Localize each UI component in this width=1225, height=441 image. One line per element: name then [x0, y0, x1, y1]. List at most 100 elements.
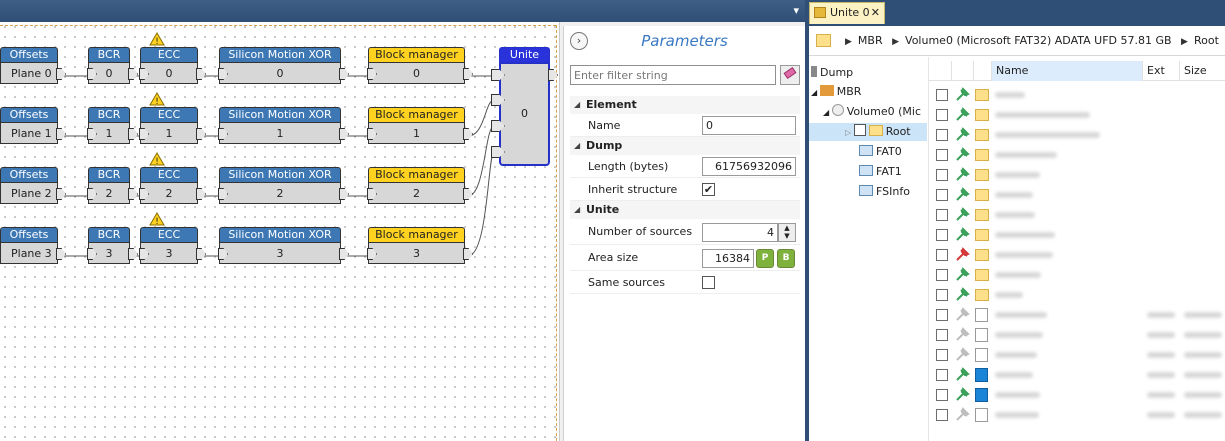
close-tab-icon[interactable]: ✕: [871, 3, 880, 23]
chevron-right-icon[interactable]: ▶: [845, 37, 852, 47]
filter-input[interactable]: [570, 65, 776, 85]
silicon-motion-xor-node-0[interactable]: Silicon Motion XOR 0: [218, 47, 349, 84]
tree-item-volume0[interactable]: ◢ Volume0 (Mic: [823, 103, 921, 121]
unite-node[interactable]: Unite 0: [491, 47, 558, 166]
breadcrumb-item[interactable]: Root: [1194, 34, 1219, 47]
bcr-node-1[interactable]: BCR 1: [87, 107, 138, 144]
file-row[interactable]: [929, 265, 1225, 285]
file-row[interactable]: [929, 185, 1225, 205]
file-row[interactable]: [929, 305, 1225, 325]
row-checkbox[interactable]: [936, 269, 948, 281]
ecc-node-3[interactable]: ECC 3: [139, 227, 206, 264]
file-row[interactable]: [929, 85, 1225, 105]
row-checkbox[interactable]: [936, 329, 948, 341]
row-checkbox[interactable]: [936, 389, 948, 401]
file-row[interactable]: [929, 365, 1225, 385]
file-row[interactable]: [929, 145, 1225, 165]
tree-item-root[interactable]: ▷ Root: [809, 123, 927, 141]
chevron-right-icon[interactable]: ▶: [1181, 37, 1188, 47]
silicon-motion-xor-node-3[interactable]: Silicon Motion XOR 3: [218, 227, 349, 264]
offsets-node-3[interactable]: Offsets Plane 3: [0, 227, 66, 264]
file-row[interactable]: [929, 205, 1225, 225]
row-checkbox[interactable]: [936, 129, 948, 141]
area-size-detect-button[interactable]: B: [777, 249, 795, 268]
file-row[interactable]: [929, 125, 1225, 145]
bcr-node-2[interactable]: BCR 2: [87, 167, 138, 204]
category-unite[interactable]: ◢ Unite: [570, 201, 800, 219]
offsets-node-2[interactable]: Offsets Plane 2: [0, 167, 66, 204]
file-row[interactable]: [929, 345, 1225, 365]
block-manager-node-2[interactable]: Block manager 2: [367, 167, 473, 204]
number-of-sources-field[interactable]: 4: [702, 223, 778, 242]
column-icon[interactable]: [973, 61, 991, 81]
same-sources-checkbox[interactable]: [702, 276, 715, 289]
checkbox-icon[interactable]: [853, 124, 866, 136]
area-size-preset-button[interactable]: P: [756, 249, 774, 268]
tree-item-mbr[interactable]: ◢ MBR: [811, 83, 861, 101]
collapse-panel-button[interactable]: ›: [570, 32, 588, 50]
row-checkbox[interactable]: [936, 189, 948, 201]
ecc-node-2[interactable]: ECC 2: [139, 167, 206, 204]
tree-item-fsinfo[interactable]: FSInfo: [859, 183, 910, 201]
silicon-motion-xor-node-1[interactable]: Silicon Motion XOR 1: [218, 107, 349, 144]
number-of-sources-stepper[interactable]: ▲ ▼: [778, 223, 796, 242]
block-manager-node-1[interactable]: Block manager 1: [367, 107, 473, 144]
row-checkbox[interactable]: [936, 109, 948, 121]
column-name[interactable]: Name: [991, 61, 1142, 81]
tree-item-dump[interactable]: Dump: [811, 64, 853, 82]
tree-item-fat0[interactable]: FAT0: [859, 143, 902, 161]
row-checkbox[interactable]: [936, 309, 948, 321]
row-checkbox[interactable]: [936, 149, 948, 161]
column-checkbox[interactable]: [929, 61, 951, 81]
category-element[interactable]: ◢ Element: [570, 96, 800, 114]
row-checkbox[interactable]: [936, 209, 948, 221]
category-dump[interactable]: ◢ Dump: [570, 137, 800, 155]
row-checkbox[interactable]: [936, 249, 948, 261]
file-row[interactable]: [929, 285, 1225, 305]
block-manager-node-3[interactable]: Block manager 3: [367, 227, 473, 264]
ecc-node-1[interactable]: ECC 1: [139, 107, 206, 144]
file-row[interactable]: [929, 325, 1225, 345]
node-value: 1: [219, 122, 341, 144]
chevron-right-icon[interactable]: ▶: [892, 37, 899, 47]
blurred-filename: [995, 192, 1033, 198]
row-checkbox[interactable]: [936, 229, 948, 241]
offsets-node-1[interactable]: Offsets Plane 1: [0, 107, 66, 144]
row-checkbox[interactable]: [936, 409, 948, 421]
column-state[interactable]: [951, 61, 973, 81]
name-field[interactable]: 0: [702, 116, 796, 135]
tab-unite-0[interactable]: Unite 0 ✕: [809, 2, 885, 24]
row-checkbox[interactable]: [936, 289, 948, 301]
silicon-motion-xor-node-2[interactable]: Silicon Motion XOR 2: [218, 167, 349, 204]
bcr-node-3[interactable]: BCR 3: [87, 227, 138, 264]
length-field[interactable]: 61756932096: [702, 157, 796, 176]
dropdown-icon[interactable]: ▾: [793, 4, 799, 17]
row-checkbox[interactable]: [936, 369, 948, 381]
file-row[interactable]: [929, 385, 1225, 405]
row-checkbox[interactable]: [936, 169, 948, 181]
file-row[interactable]: [929, 245, 1225, 265]
file-row[interactable]: [929, 405, 1225, 425]
expand-arrow-icon[interactable]: ▷: [845, 128, 854, 137]
file-row[interactable]: [929, 225, 1225, 245]
file-row[interactable]: [929, 105, 1225, 125]
expand-arrow-icon[interactable]: ◢: [823, 108, 832, 117]
column-size[interactable]: Size: [1179, 61, 1225, 81]
column-ext[interactable]: Ext: [1142, 61, 1179, 81]
clear-filter-button[interactable]: [780, 65, 800, 85]
offsets-node-0[interactable]: Offsets Plane 0: [0, 47, 66, 84]
inherit-structure-checkbox[interactable]: ✔: [702, 183, 715, 196]
row-checkbox[interactable]: [936, 349, 948, 361]
ecc-node-0[interactable]: ECC 0: [139, 47, 206, 84]
breadcrumb-item[interactable]: Volume0 (Microsoft FAT32) ADATA UFD 57.8…: [905, 34, 1172, 47]
area-size-field[interactable]: 16384: [702, 249, 754, 268]
breadcrumb-item[interactable]: MBR: [858, 34, 883, 47]
property-inherit-structure: Inherit structure ✔: [570, 178, 800, 201]
tree-item-fat1[interactable]: FAT1: [859, 163, 902, 181]
bcr-node-0[interactable]: BCR 0: [87, 47, 138, 84]
block-manager-node-0[interactable]: Block manager 0: [367, 47, 473, 84]
row-checkbox[interactable]: [936, 89, 948, 101]
blurred-ext: [1147, 332, 1175, 338]
expand-arrow-icon[interactable]: ◢: [811, 88, 820, 97]
file-row[interactable]: [929, 165, 1225, 185]
